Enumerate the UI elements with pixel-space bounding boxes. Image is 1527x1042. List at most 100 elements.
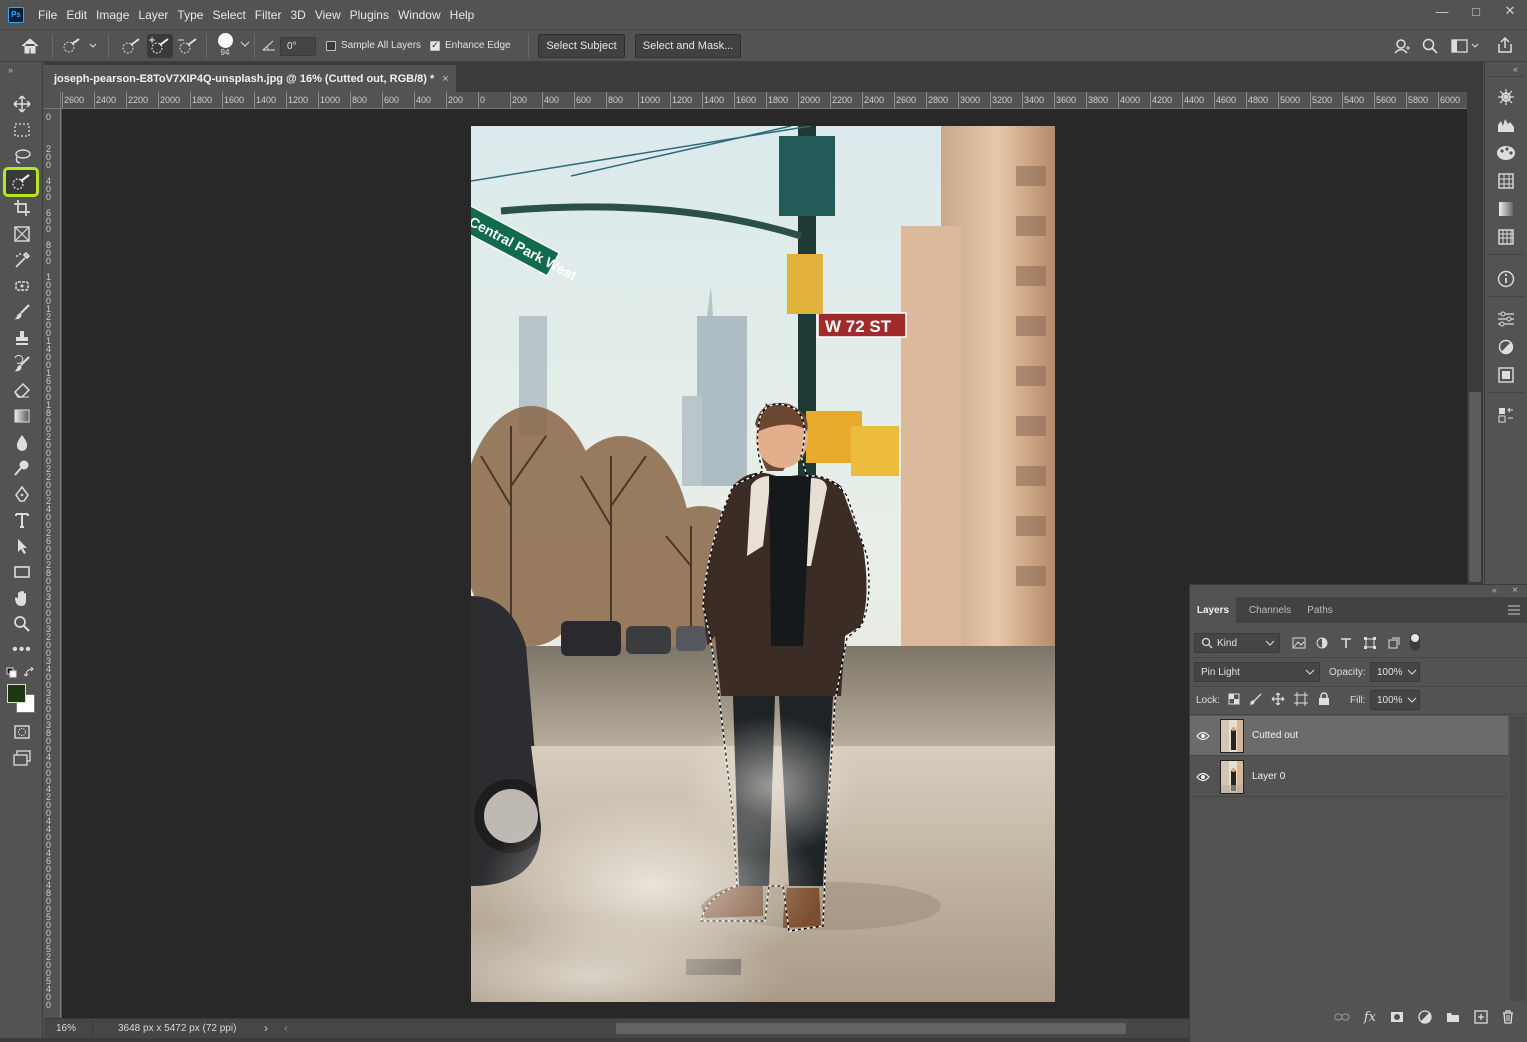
delete-layer-icon[interactable]: [1502, 1010, 1514, 1024]
gradients-icon[interactable]: [1495, 198, 1517, 220]
brush-size-picker[interactable]: 94: [214, 33, 236, 61]
history-icon[interactable]: [1495, 404, 1517, 426]
opacity-input[interactable]: 100%: [1370, 662, 1420, 682]
link-layers-icon[interactable]: [1334, 1012, 1350, 1022]
share-icon[interactable]: [1496, 36, 1514, 54]
visibility-eye-icon[interactable]: [1190, 731, 1216, 741]
menu-file[interactable]: File: [38, 6, 57, 24]
add-to-selection-icon[interactable]: [147, 34, 173, 58]
eraser-tool-icon[interactable]: [6, 378, 38, 402]
restore-icon[interactable]: □: [1459, 0, 1493, 22]
layer-row-cutted-out[interactable]: Cutted out: [1190, 716, 1508, 756]
zoom-tool-icon[interactable]: [6, 612, 38, 636]
filter-pixel-icon[interactable]: [1292, 637, 1306, 649]
vertical-scroll-thumb[interactable]: [1469, 392, 1481, 582]
hand-tool-icon[interactable]: [6, 586, 38, 610]
menu-window[interactable]: Window: [398, 6, 441, 24]
close-panel-icon[interactable]: ×: [1512, 585, 1518, 596]
menu-image[interactable]: Image: [96, 6, 129, 24]
fill-input[interactable]: 100%: [1370, 690, 1420, 710]
sample-all-layers-checkbox[interactable]: Sample All Layers: [326, 40, 421, 51]
add-mask-icon[interactable]: [1390, 1011, 1404, 1023]
select-and-mask-button[interactable]: Select and Mask...: [635, 34, 741, 58]
type-tool-icon[interactable]: [6, 508, 38, 532]
layers-scrollbar[interactable]: [1510, 716, 1526, 1001]
path-selection-tool-icon[interactable]: [6, 534, 38, 558]
blend-mode-select[interactable]: Pin Light: [1194, 662, 1320, 682]
dodge-tool-icon[interactable]: [6, 456, 38, 480]
default-colors-icon[interactable]: [6, 667, 18, 679]
filter-shape-icon[interactable]: [1364, 637, 1376, 649]
marquee-tool-icon[interactable]: [6, 118, 38, 142]
info-icon[interactable]: [1495, 268, 1517, 290]
brush-tool-icon[interactable]: [6, 300, 38, 324]
lasso-tool-icon[interactable]: [6, 144, 38, 168]
lock-all-icon[interactable]: [1318, 692, 1330, 706]
menu-select[interactable]: Select: [212, 6, 245, 24]
photoshop-logo[interactable]: Ps: [8, 6, 24, 23]
new-selection-icon[interactable]: [120, 36, 142, 56]
document-image[interactable]: Central Park West W 72 ST: [471, 126, 1055, 1002]
rectangle-tool-icon[interactable]: [6, 560, 38, 584]
select-subject-button[interactable]: Select Subject: [538, 34, 625, 58]
fx-icon[interactable]: fx: [1364, 1010, 1376, 1025]
lock-transparent-icon[interactable]: [1228, 693, 1240, 705]
tab-channels[interactable]: Channels: [1242, 597, 1298, 623]
adjustment-layer-icon[interactable]: [1418, 1010, 1432, 1024]
menu-type[interactable]: Type: [177, 6, 203, 24]
menu-view[interactable]: View: [315, 6, 341, 24]
new-layer-icon[interactable]: [1474, 1010, 1488, 1024]
crop-tool-icon[interactable]: [6, 196, 38, 220]
libraries-icon[interactable]: [1495, 364, 1517, 386]
share-user-icon[interactable]: [1393, 37, 1411, 55]
horizontal-scroll-thumb[interactable]: [616, 1023, 1126, 1034]
blur-tool-icon[interactable]: [6, 430, 38, 454]
search-icon[interactable]: [1422, 38, 1438, 54]
move-tool-icon[interactable]: [6, 92, 38, 116]
histogram-icon[interactable]: [1495, 114, 1517, 136]
lock-artboard-icon[interactable]: [1294, 692, 1308, 706]
layer-name[interactable]: Cutted out: [1252, 730, 1298, 741]
status-menu-chevron-icon[interactable]: ›: [264, 1021, 268, 1035]
lock-position-icon[interactable]: [1271, 692, 1285, 706]
color-palette-icon[interactable]: [1495, 142, 1517, 164]
tab-paths[interactable]: Paths: [1302, 597, 1338, 623]
tab-layers[interactable]: Layers: [1190, 597, 1236, 623]
screen-mode-icon[interactable]: [6, 746, 38, 770]
foreground-color-swatch[interactable]: [7, 684, 26, 703]
collapse-toolbar-icon[interactable]: »: [8, 65, 13, 75]
sample-all-layers-check[interactable]: [326, 40, 336, 51]
tool-preset-picker[interactable]: [62, 38, 100, 54]
menu-edit[interactable]: Edit: [66, 6, 87, 24]
frame-tool-icon[interactable]: [6, 222, 38, 246]
clone-stamp-tool-icon[interactable]: [6, 326, 38, 350]
collapse-panel-icon[interactable]: «: [1492, 585, 1497, 595]
enhance-edge-check[interactable]: ✓: [430, 40, 440, 51]
new-group-icon[interactable]: [1446, 1011, 1460, 1023]
enhance-edge-checkbox[interactable]: ✓ Enhance Edge: [430, 40, 511, 51]
history-brush-tool-icon[interactable]: [6, 352, 38, 376]
subtract-from-selection-icon[interactable]: [177, 36, 199, 56]
navigator-icon[interactable]: [1495, 86, 1517, 108]
chevron-down-icon[interactable]: [240, 40, 250, 48]
workspace-icon[interactable]: [1451, 38, 1481, 54]
filter-smart-object-icon[interactable]: [1388, 637, 1400, 649]
panel-menu-icon[interactable]: [1508, 605, 1520, 615]
menu-plugins[interactable]: Plugins: [350, 6, 389, 24]
menu-layer[interactable]: Layer: [138, 6, 168, 24]
home-icon[interactable]: [20, 37, 40, 55]
document-tab[interactable]: joseph-pearson-E8ToV7XIP4Q-unsplash.jpg …: [44, 65, 456, 92]
close-icon[interactable]: ✕: [1493, 0, 1527, 22]
lock-image-pixels-icon[interactable]: [1250, 693, 1262, 705]
layer-name[interactable]: Layer 0: [1252, 771, 1285, 782]
zoom-level[interactable]: 16%: [56, 1023, 76, 1034]
swatches-icon[interactable]: [1495, 170, 1517, 192]
filter-toggle[interactable]: [1410, 633, 1420, 651]
pen-tool-icon[interactable]: [6, 482, 38, 506]
swap-colors-icon[interactable]: [24, 667, 36, 679]
patterns-icon[interactable]: [1495, 226, 1517, 248]
gradient-tool-icon[interactable]: [6, 404, 38, 428]
collapse-dock-icon[interactable]: «: [1513, 64, 1518, 74]
menu-filter[interactable]: Filter: [255, 6, 282, 24]
filter-adjustment-icon[interactable]: [1316, 637, 1328, 649]
